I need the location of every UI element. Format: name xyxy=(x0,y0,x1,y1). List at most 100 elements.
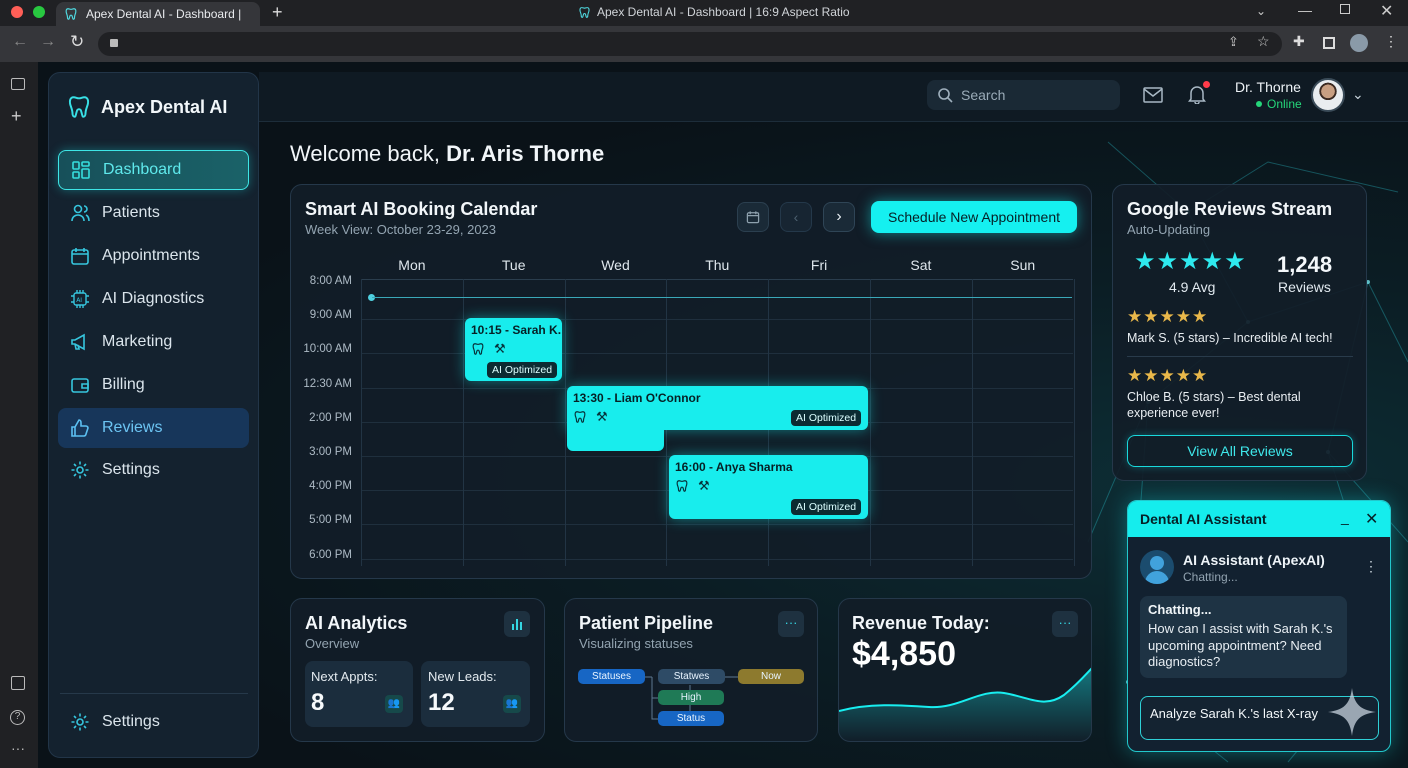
sparkle-icon[interactable] xyxy=(1326,686,1378,738)
pipeline-more-button[interactable]: ··· xyxy=(778,611,804,637)
grid-col-line xyxy=(972,279,973,566)
panel-icon[interactable] xyxy=(11,676,25,690)
users-icon: 👥 xyxy=(503,695,521,713)
assistant-input-value[interactable]: Analyze Sarah K.'s last X-ray xyxy=(1150,706,1318,721)
profile-avatar-icon[interactable] xyxy=(1350,34,1368,52)
sidepanel-icon[interactable] xyxy=(1323,37,1335,49)
nav-item-billing[interactable]: Billing xyxy=(58,365,249,405)
minimize-icon[interactable]: — xyxy=(1298,2,1312,18)
browser-tab-bar: Apex Dental AI - Dashboard | + Apex Dent… xyxy=(0,0,1408,26)
star-icon: ★ xyxy=(1134,248,1156,275)
chevron-left-icon: ‹ xyxy=(793,209,799,225)
chevron-down-icon[interactable]: ⌄ xyxy=(1352,86,1364,103)
nav-item-settings[interactable]: Settings xyxy=(58,450,249,490)
back-icon[interactable]: ← xyxy=(12,33,28,51)
time-label: 2:00 PM xyxy=(309,411,352,424)
bookmark-star-icon[interactable]: ☆ xyxy=(1257,33,1270,50)
nav-item-appointments[interactable]: Appointments xyxy=(58,236,249,276)
pipeline-node-statuses[interactable]: Statuses xyxy=(578,669,645,684)
day-header-fri: Fri xyxy=(810,257,828,273)
nav-label: Billing xyxy=(102,376,145,393)
tabs-icon[interactable] xyxy=(11,78,25,90)
nav-label: Dashboard xyxy=(103,161,182,178)
tab-search-icon[interactable]: ⌄ xyxy=(1256,4,1266,18)
nav-item-ai-diagnostics[interactable]: AI AI Diagnostics xyxy=(58,279,249,319)
schedule-appointment-button[interactable]: Schedule New Appointment xyxy=(871,201,1077,233)
review-count-label: Reviews xyxy=(1278,279,1331,295)
appointment-event[interactable]: 16:00 - Anya Sharma ⚒ AI Optimized xyxy=(669,455,868,519)
mail-icon[interactable] xyxy=(1143,86,1163,104)
star-icon: ★ xyxy=(1156,248,1179,275)
nav-label: Reviews xyxy=(102,419,163,436)
pipeline-node-high[interactable]: High xyxy=(658,690,724,705)
extensions-icon[interactable]: ✚ xyxy=(1293,33,1305,50)
nav-item-marketing[interactable]: Marketing xyxy=(58,322,249,362)
nav-label: Settings xyxy=(102,461,160,478)
close-icon[interactable]: ✕ xyxy=(1380,1,1393,21)
new-leads-card: New Leads: 12 👥 xyxy=(421,661,530,727)
revenue-more-button[interactable]: ··· xyxy=(1052,611,1078,637)
gear-icon xyxy=(71,461,89,479)
users-icon: 👥 xyxy=(385,695,403,713)
nav-item-dashboard[interactable]: Dashboard xyxy=(58,150,249,190)
chevron-right-icon: › xyxy=(836,208,842,225)
day-header-mon: Mon xyxy=(398,257,426,273)
close-window-button[interactable] xyxy=(11,6,23,18)
address-bar-row: ← → ↻ ⇪ ☆ ✚ ⋮ xyxy=(0,26,1408,62)
browser-tab[interactable]: Apex Dental AI - Dashboard | xyxy=(56,2,260,26)
view-all-reviews-button[interactable]: View All Reviews xyxy=(1127,435,1353,467)
stat-label: Next Appts: xyxy=(311,669,378,684)
rating-stars: ★ ★ ★ ★ ★ xyxy=(1134,250,1246,274)
star-icon: ★ xyxy=(1175,307,1191,326)
url-field[interactable] xyxy=(98,32,1282,56)
search-icon xyxy=(938,88,953,103)
bot-icon xyxy=(1150,556,1164,570)
minimize-button[interactable]: _ xyxy=(1341,509,1349,525)
time-label: 5:00 PM xyxy=(309,514,352,527)
pipeline-node-statwes[interactable]: Statwes xyxy=(658,669,725,684)
revenue-value: $4,850 xyxy=(852,635,956,673)
pipeline-node-status[interactable]: Status xyxy=(658,711,724,726)
page-title: Welcome back, Dr. Aris Thorne xyxy=(290,141,604,167)
nav-item-reviews[interactable]: Reviews xyxy=(58,408,249,448)
event-title: 10:15 - Sarah K. xyxy=(471,323,562,337)
restore-icon[interactable] xyxy=(1340,4,1350,14)
time-label: 6:00 PM xyxy=(309,548,352,561)
pipeline-node-now[interactable]: Now xyxy=(738,669,804,684)
share-icon[interactable]: ⇪ xyxy=(1228,34,1239,50)
add-icon[interactable]: + xyxy=(11,106,22,127)
next-week-button[interactable]: › xyxy=(823,202,855,232)
forward-icon[interactable]: → xyxy=(40,33,56,51)
assistant-options-icon[interactable]: ⋮ xyxy=(1364,558,1378,575)
brand-logo: Apex Dental AI xyxy=(66,94,227,120)
search-input[interactable]: Search xyxy=(961,87,1005,103)
day-header-sun: Sun xyxy=(1010,257,1036,273)
close-button[interactable]: ✕ xyxy=(1365,509,1378,529)
prev-week-button[interactable]: ‹ xyxy=(780,202,812,232)
notification-dot xyxy=(1203,81,1210,88)
nav-item-patients[interactable]: Patients xyxy=(58,193,249,233)
appointment-event[interactable]: 10:15 - Sarah K. ⚒ AI Optimized xyxy=(465,318,562,381)
tab-title: Apex Dental AI - Dashboard | xyxy=(86,7,242,21)
review-divider xyxy=(1127,356,1353,357)
more-icon[interactable]: ··· xyxy=(11,740,25,756)
star-icon: ★ xyxy=(1143,366,1159,385)
new-tab-button[interactable]: + xyxy=(272,2,283,23)
window-title-text: Apex Dental AI - Dashboard | 16:9 Aspect… xyxy=(597,5,850,19)
assistant-name: AI Assistant (ApexAI) xyxy=(1183,552,1325,568)
analytics-chart-button[interactable] xyxy=(504,611,530,637)
pipeline-subtitle: Visualizing statuses xyxy=(579,636,693,651)
calendar-title: Smart AI Booking Calendar xyxy=(305,199,538,219)
sidebar-footer-settings[interactable]: Settings xyxy=(58,702,249,742)
calendar-picker-button[interactable] xyxy=(737,202,769,232)
time-label: 12:30 AM xyxy=(303,377,352,390)
assistant-title: Dental AI Assistant xyxy=(1140,511,1267,527)
maximize-window-button[interactable] xyxy=(33,6,45,18)
user-status: Online xyxy=(1267,97,1302,111)
menu-dots-icon[interactable]: ⋮ xyxy=(1384,33,1398,50)
reload-icon[interactable]: ↻ xyxy=(70,32,84,52)
search-box[interactable]: Search xyxy=(927,80,1120,110)
user-avatar[interactable] xyxy=(1311,78,1345,112)
analytics-subtitle: Overview xyxy=(305,636,360,651)
help-icon[interactable]: ? xyxy=(10,710,25,725)
